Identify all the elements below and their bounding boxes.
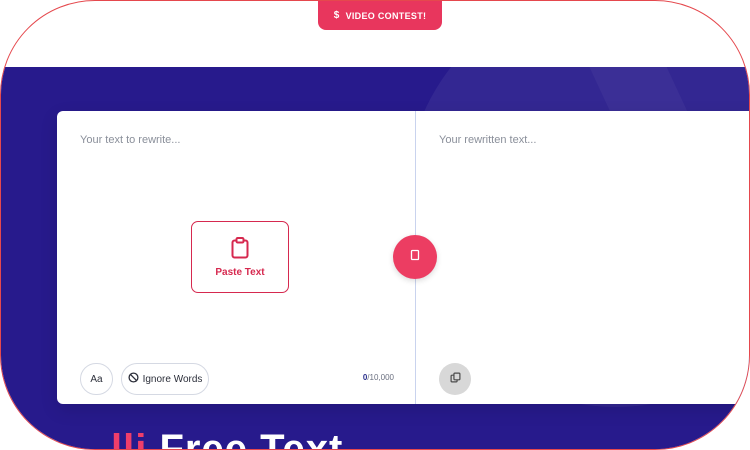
- paste-text-button[interactable]: Paste Text: [191, 221, 289, 293]
- clipboard-icon: [231, 236, 249, 259]
- video-contest-badge[interactable]: $ VIDEO CONTEST!: [318, 1, 442, 30]
- ignore-words-button[interactable]: Ignore Words: [121, 363, 209, 395]
- rewrite-button[interactable]: [393, 235, 437, 279]
- input-placeholder[interactable]: Your text to rewrite...: [80, 134, 180, 146]
- document-icon: [410, 248, 420, 266]
- copy-button[interactable]: [439, 363, 471, 395]
- copy-icon: [450, 370, 461, 388]
- badge-label: VIDEO CONTEST!: [345, 10, 427, 21]
- case-toggle-label: Aa: [90, 373, 103, 385]
- block-icon: [128, 372, 139, 386]
- character-counter: 0/10,000: [363, 373, 394, 382]
- output-pane: Your rewritten text...: [416, 111, 749, 404]
- paste-text-label: Paste Text: [215, 266, 265, 278]
- headline-accent: lli: [111, 427, 148, 450]
- character-limit: /10,000: [367, 373, 394, 382]
- output-placeholder: Your rewritten text...: [439, 134, 537, 146]
- dollar-icon: $: [333, 10, 340, 21]
- input-pane[interactable]: Your text to rewrite... Paste Text Aa Ig…: [57, 111, 415, 404]
- page-frame: lli Free Text $ VIDEO CONTEST! Your text…: [0, 0, 750, 450]
- headline-text: Free Text: [159, 427, 344, 450]
- hero-headline: lli Free Text: [111, 427, 344, 450]
- case-toggle-button[interactable]: Aa: [80, 363, 113, 395]
- ignore-words-label: Ignore Words: [142, 373, 203, 385]
